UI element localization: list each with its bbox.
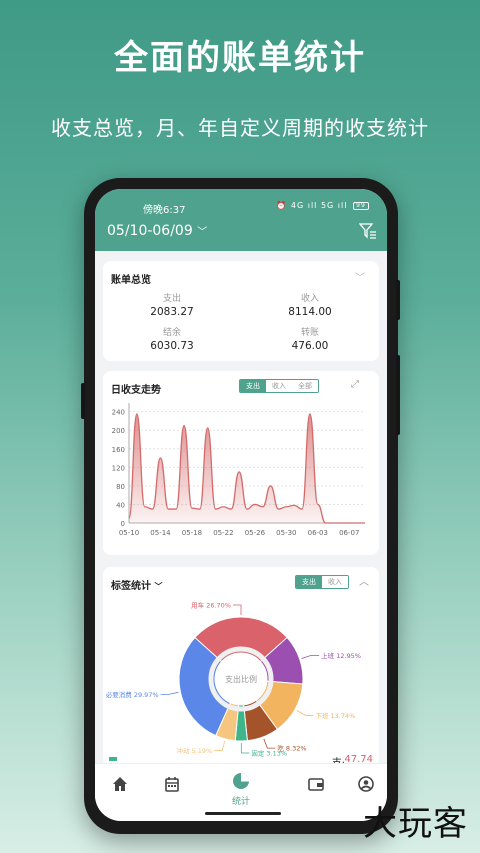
x-tick-label: 05-22 (213, 529, 233, 537)
slice-leader-line (214, 740, 226, 751)
watermark-logo: 大玩客 (363, 804, 468, 844)
y-tick-label: 240 (112, 409, 125, 417)
expand-icon[interactable]: ⤢ (351, 379, 359, 390)
tags-title-selector[interactable]: 标签统计 ﹀ (111, 577, 162, 592)
overview-label: 结余 (162, 328, 181, 338)
slice-leader-line (160, 691, 179, 695)
y-tick-label: 80 (116, 483, 125, 491)
overview-card: 账单总览 ﹀ 支出 2083.27 收入 8114.00 结余 6030.73 … (103, 261, 379, 361)
tags-type-tabs: 支出 收入 (295, 575, 349, 589)
y-tick-label: 160 (112, 446, 125, 454)
user-icon (358, 776, 374, 792)
trend-card: 日收支走势 支出 收入 全部 ⤢ 0 40 80 120 160 200 240 05-10 0… (103, 371, 379, 555)
tags-card: 标签统计 ﹀ 支出 收入 ︿ 用车 26.70% 上班 12.95% 下班 13.7… (103, 567, 379, 767)
x-tick-label: 05-18 (182, 529, 202, 537)
tags-title: 标签统计 (111, 581, 151, 592)
y-tick-label: 200 (112, 427, 125, 435)
side-button-2 (396, 355, 400, 435)
slice-leader-line (301, 654, 320, 659)
pie-chart-icon (233, 773, 249, 789)
battery-icon: 99 (353, 201, 369, 210)
y-tick-label: 120 (112, 464, 125, 472)
period-label: 05/10-06/09 (107, 223, 193, 239)
overview-expense: 支出 2083.27 (103, 291, 241, 318)
chevron-down-icon: ﹀ (197, 227, 208, 238)
overview-value: 8114.00 (288, 306, 332, 318)
hero-title: 全面的账单统计 (114, 38, 366, 78)
app-screen: 傍晚6:37 ⏰ 4G ıll 5G ıll 99 05/10-06/09 ﹀ … (95, 189, 387, 821)
x-tick-label: 05-30 (276, 529, 296, 537)
nav-home[interactable] (107, 776, 133, 796)
overview-title: 账单总览 (111, 275, 151, 286)
slice-label: 下班 13.74% (315, 711, 355, 720)
wallet-icon (308, 778, 324, 791)
tag-donut-chart: 用车 26.70%上班 12.95%下班 13.74%吃 8.32%固定 3.1… (106, 601, 361, 758)
slice-leader-line (240, 742, 250, 754)
x-tick-label: 05-14 (150, 529, 171, 537)
collapse-icon[interactable]: ﹀ (355, 269, 365, 284)
calendar-icon (165, 777, 179, 792)
tab-expense[interactable]: 支出 (240, 380, 266, 392)
nav-stats[interactable]: 统计 (227, 772, 255, 807)
nav-profile[interactable] (353, 776, 379, 796)
bottom-nav: 统计 (95, 763, 387, 821)
slice-leader-line (263, 738, 276, 749)
x-tick-label: 06-03 (308, 529, 328, 537)
nav-wallet[interactable] (303, 776, 329, 796)
overview-value: 476.00 (291, 340, 329, 352)
x-tick-label: 05-26 (245, 529, 266, 537)
slice-label: 必要消费 29.97% (106, 690, 159, 699)
alarm-icon: ⏰ (276, 201, 288, 210)
tab-expense[interactable]: 支出 (296, 576, 322, 588)
overview-label: 转账 (300, 328, 319, 338)
trend-title: 日收支走势 (111, 385, 161, 396)
hero-subtitle: 收支总览，月、年自定义周期的收支统计 (51, 116, 429, 140)
overview-balance: 结余 6030.73 (103, 325, 241, 352)
legend-swatch (109, 757, 117, 761)
overview-label: 收入 (300, 294, 319, 304)
slice-leader-line (296, 710, 314, 716)
tab-income[interactable]: 收入 (266, 380, 292, 392)
trend-chart: 0 40 80 120 160 200 240 05-10 05-14 05-18 05-22 05-… (112, 403, 365, 537)
volume-button (81, 383, 85, 419)
tab-all[interactable]: 全部 (292, 380, 318, 392)
x-tick-label: 05-10 (119, 529, 139, 537)
donut-center-label: 支出比例 (225, 674, 257, 684)
chevron-down-icon: ﹀ (154, 582, 163, 591)
y-tick-label: 0 (121, 520, 125, 528)
power-button (396, 280, 400, 320)
app-header: 傍晚6:37 ⏰ 4G ıll 5G ıll 99 05/10-06/09 ﹀ (95, 189, 387, 251)
period-selector[interactable]: 05/10-06/09 ﹀ (107, 223, 207, 239)
y-tick-label: 40 (116, 501, 125, 509)
slice-label: 用车 26.70% (191, 601, 231, 610)
status-icons: ⏰ 4G ıll 5G ıll 99 (276, 201, 369, 210)
filter-icon[interactable] (358, 223, 377, 243)
nav-calendar[interactable] (159, 776, 185, 796)
overview-value: 6030.73 (150, 340, 194, 352)
overview-label: 支出 (162, 294, 181, 304)
chevron-up-icon[interactable]: ︿ (359, 573, 369, 588)
nav-stats-label: 统计 (231, 797, 250, 807)
overview-value: 2083.27 (150, 306, 194, 318)
x-tick-label: 06-07 (339, 529, 359, 537)
trend-type-tabs: 支出 收入 全部 (239, 379, 319, 393)
status-time: 傍晚6:37 (143, 205, 186, 216)
overview-income: 收入 8114.00 (241, 291, 379, 318)
overview-transfer: 转账 476.00 (241, 325, 379, 352)
signal-icons: 4G ıll 5G ıll (290, 201, 348, 210)
slice-label: 上班 12.95% (321, 651, 361, 660)
tab-income[interactable]: 收入 (322, 576, 348, 588)
home-icon (113, 777, 127, 791)
slice-leader-line (233, 604, 242, 615)
home-indicator (205, 812, 281, 815)
